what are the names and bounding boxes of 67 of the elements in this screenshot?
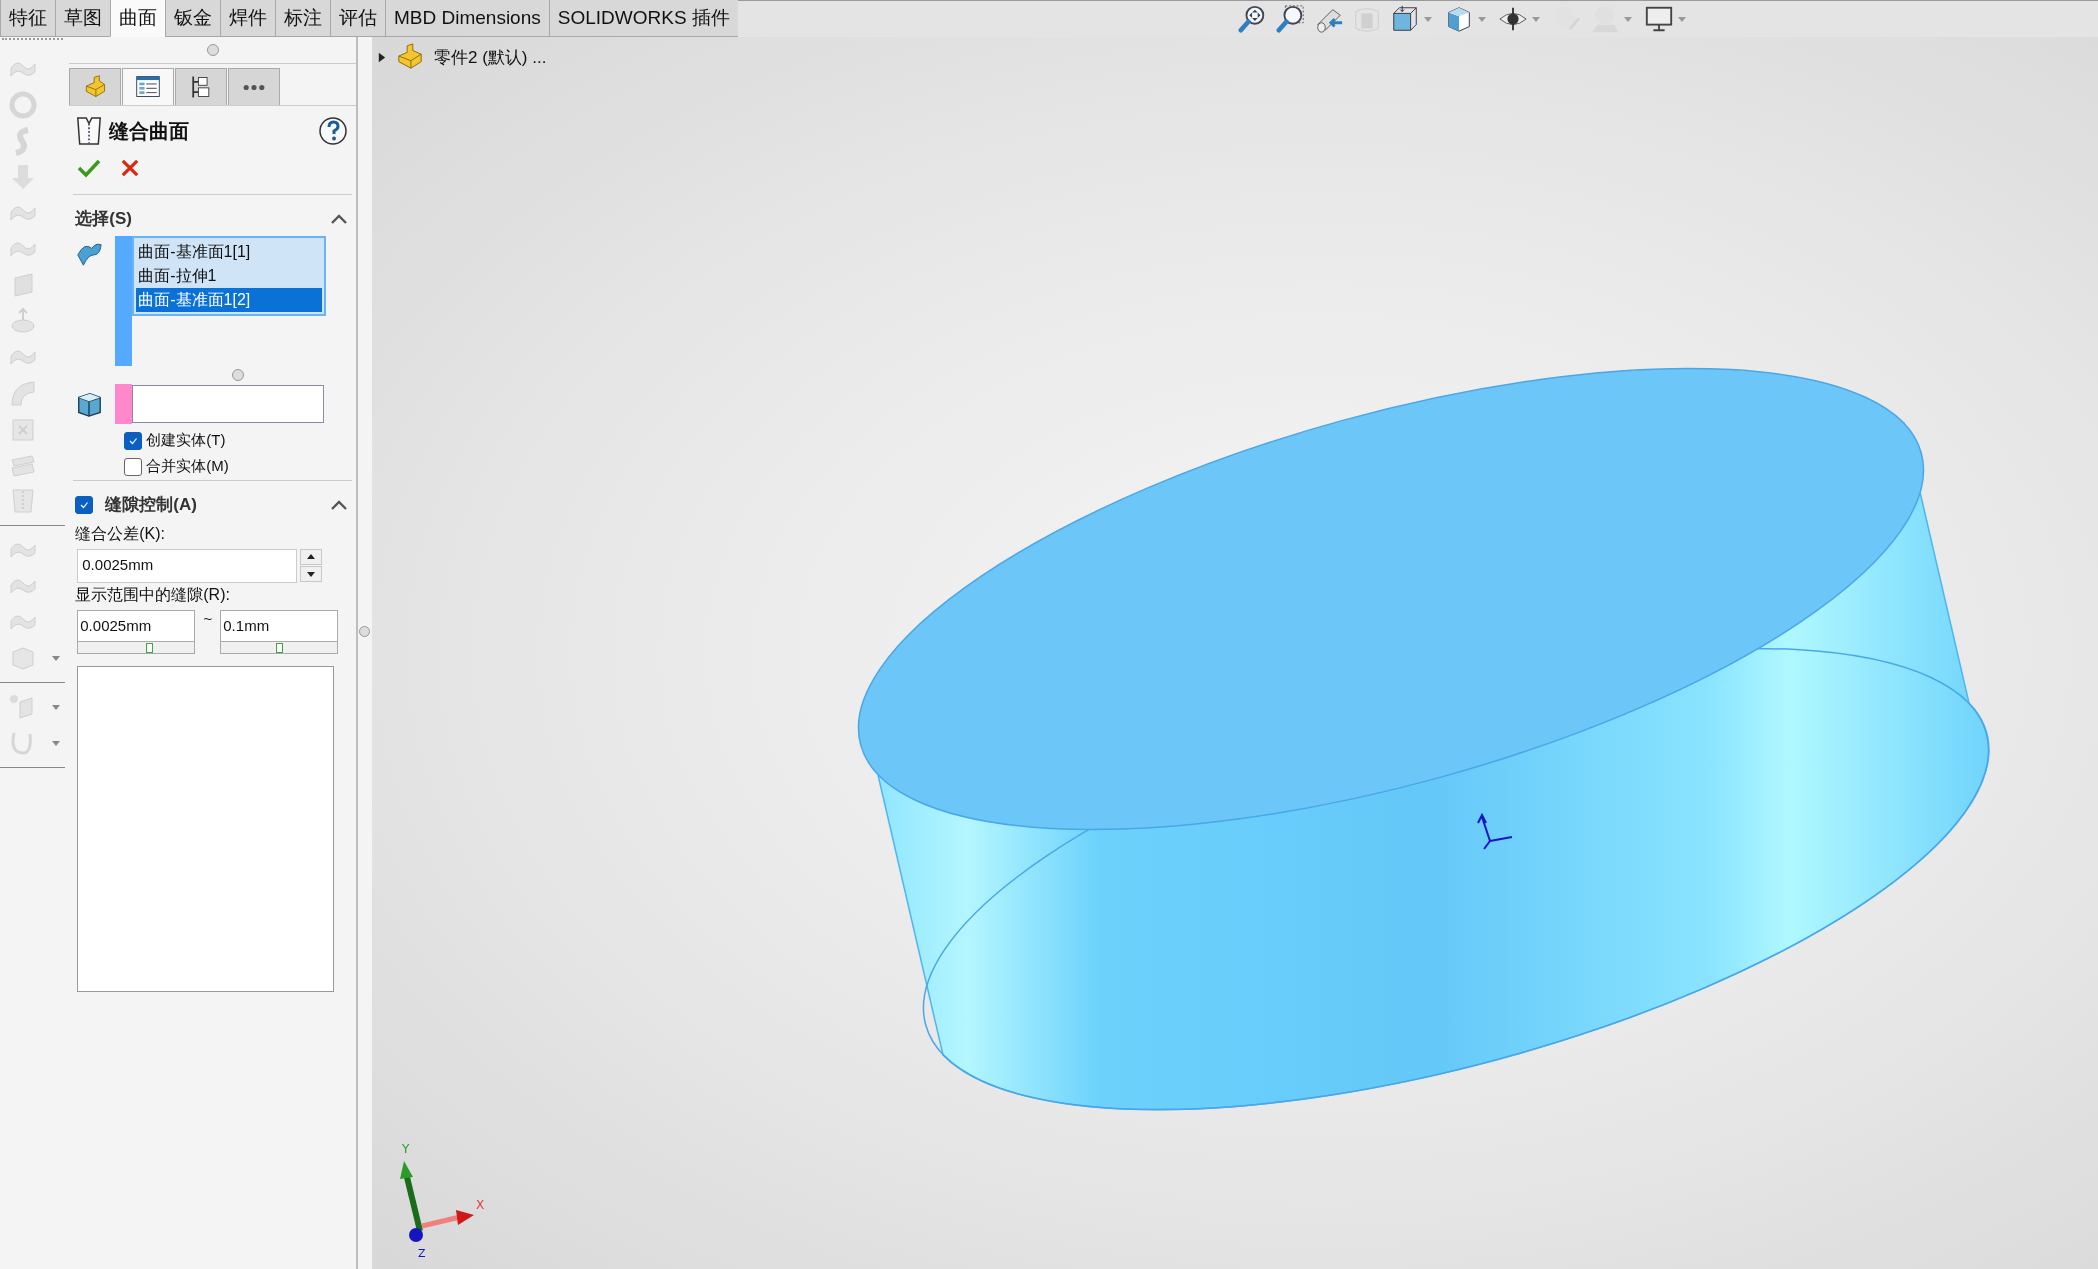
caret-icon[interactable]: [52, 655, 60, 661]
caret-icon[interactable]: [1623, 16, 1632, 22]
monitor-icon[interactable]: [1643, 4, 1674, 34]
slider[interactable]: [78, 641, 195, 653]
cancel-icon[interactable]: [121, 159, 140, 177]
caret-icon[interactable]: [1531, 16, 1540, 22]
body-field[interactable]: [132, 385, 325, 423]
option-label: 创建实体(T): [146, 431, 226, 450]
ribbon-tab[interactable]: 草图: [55, 0, 111, 37]
range-separator: ~: [202, 610, 214, 627]
list-item[interactable]: 曲面-基准面1[2]: [136, 288, 323, 312]
spin-up-icon[interactable]: [300, 549, 323, 565]
list-icon: [135, 74, 162, 100]
tree-item[interactable]: 零件2 (默认) ...: [434, 45, 547, 69]
panel-tab[interactable]: [228, 68, 281, 105]
ribbon-tab[interactable]: 曲面: [110, 0, 166, 37]
ribbon-tab[interactable]: 钣金: [165, 0, 221, 37]
collapse-icon[interactable]: [330, 212, 349, 225]
panel-tab[interactable]: [122, 68, 175, 105]
graphics-area[interactable]: 零件2 (默认) ... Y X Z: [372, 37, 2098, 1269]
arc-icon[interactable]: [8, 378, 38, 408]
checkbox[interactable]: [124, 457, 143, 476]
section-title: 缝隙控制(A): [105, 494, 198, 516]
ribbon-tab[interactable]: 标注: [275, 0, 331, 37]
cylinder-icon[interactable]: [8, 306, 38, 336]
selection-list[interactable]: 曲面-基准面1[1] 曲面-拉伸1 曲面-基准面1[2]: [132, 236, 327, 316]
option-label: 合并实体(M): [146, 457, 229, 476]
slider-thumb[interactable]: [146, 643, 154, 653]
resize-handle[interactable]: [206, 44, 219, 56]
collapse-icon[interactable]: [330, 498, 349, 511]
stitch-icon: [75, 116, 104, 146]
list-item[interactable]: 曲面-拉伸1: [136, 264, 323, 288]
ribbon-tab[interactable]: 评估: [330, 0, 386, 37]
caret-icon[interactable]: [52, 704, 60, 710]
ribbon-tab[interactable]: MBD Dimensions: [385, 0, 550, 37]
resize-handle[interactable]: [231, 369, 244, 381]
list-item[interactable]: 曲面-基准面1[1]: [136, 240, 323, 264]
expand-icon[interactable]: [378, 51, 386, 63]
ok-icon[interactable]: [77, 158, 102, 178]
ribbon-tab[interactable]: SOLIDWORKS 插件: [548, 0, 739, 37]
caret-icon[interactable]: [52, 740, 60, 746]
slider[interactable]: [221, 641, 338, 653]
checkbox[interactable]: [124, 431, 143, 450]
selection-color-bar: [115, 384, 133, 424]
caret-icon[interactable]: [1677, 16, 1686, 22]
ribbon-tab[interactable]: 特征: [0, 0, 56, 37]
panel-collapse-handle[interactable]: [359, 626, 371, 637]
spin-down-icon[interactable]: [300, 566, 323, 582]
ribbon-tab[interactable]: 焊件: [220, 0, 276, 37]
cylinder-surface-drawing[interactable]: [858, 367, 1990, 1111]
ring-icon[interactable]: [8, 90, 38, 120]
part-icon: [396, 43, 424, 71]
field-label: 缝合公差(K):: [74, 524, 167, 544]
caret-icon[interactable]: [1477, 16, 1486, 22]
panel-tab[interactable]: [175, 68, 228, 105]
checkbox[interactable]: [75, 495, 94, 514]
slider-thumb[interactable]: [276, 643, 284, 653]
caret-icon[interactable]: [1423, 16, 1432, 22]
help-icon[interactable]: [318, 116, 349, 146]
body-box-icon: [75, 390, 104, 418]
tolerance-field[interactable]: 0.0025mm: [77, 549, 298, 583]
field-label: 显示范围中的缝隙(R):: [74, 585, 231, 605]
panel-title: 缝合曲面: [109, 118, 191, 144]
axis-triad-drawing: Y X Z: [400, 1142, 485, 1260]
zoom-area-icon[interactable]: [1275, 4, 1306, 34]
section-title: 选择(S): [75, 208, 133, 230]
origin-icon: [1477, 812, 1513, 850]
